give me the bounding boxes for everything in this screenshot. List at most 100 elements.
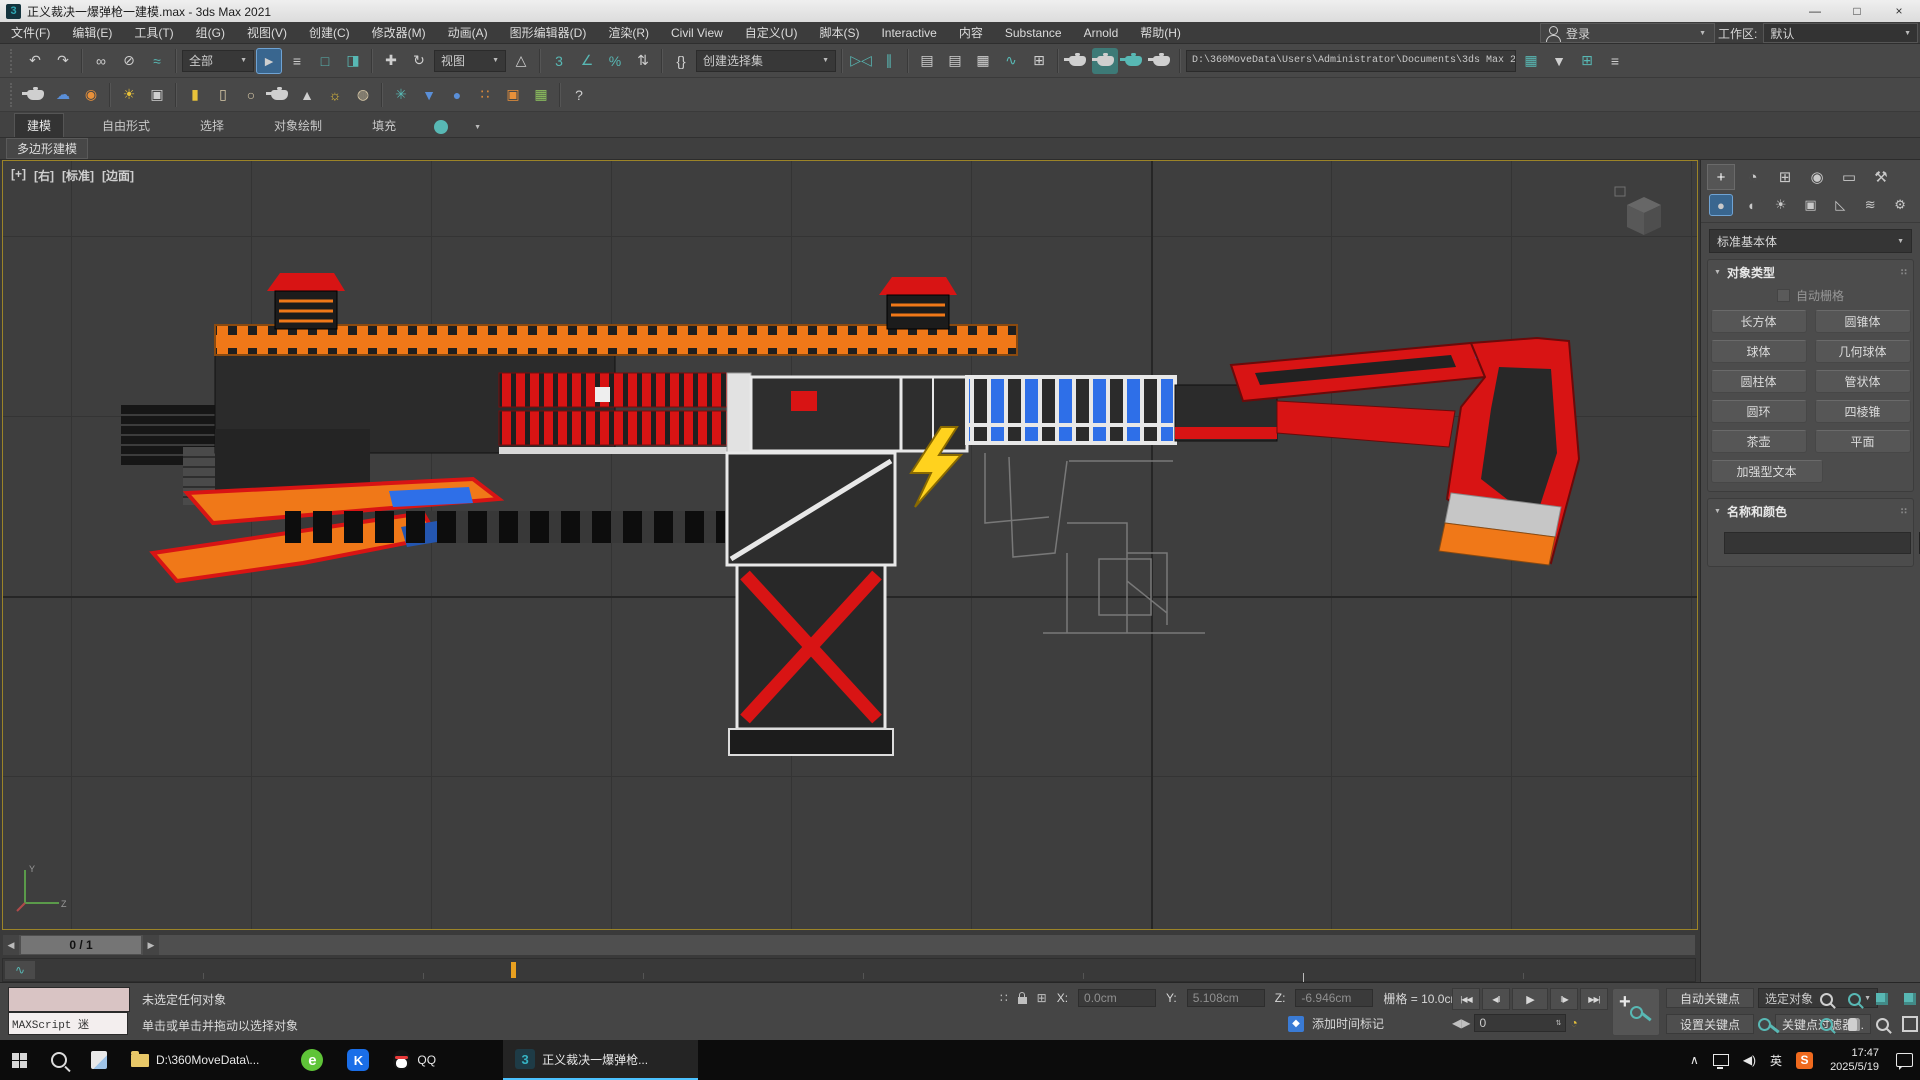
time-tag-cube-icon[interactable]: ◆ <box>1288 1016 1304 1032</box>
gun-front-sight[interactable] <box>267 273 345 329</box>
create-tab[interactable]: + <box>1707 164 1735 190</box>
mini-curve-editor-button[interactable]: ∿ <box>5 961 35 979</box>
gun-blue-shroud[interactable] <box>967 377 1175 443</box>
camera-button[interactable]: ▣ <box>144 82 170 108</box>
sphere-primitive-button[interactable]: ○ <box>238 82 264 108</box>
toggle-button-2[interactable]: ▼ <box>1546 48 1572 74</box>
isolate-selection-icon[interactable]: ∷ <box>1000 991 1008 1005</box>
zoom-extents-button[interactable] <box>1868 989 1896 1009</box>
chevron-down-icon[interactable]: ▼ <box>474 124 481 131</box>
cone-primitive-button[interactable]: ▲ <box>294 82 320 108</box>
name-color-header[interactable]: ▼ 名称和颜色 ∷ <box>1708 499 1913 524</box>
viewport-right-view[interactable]: [+] [右] [标准] [边面] Y Z <box>2 160 1698 930</box>
maximize-button[interactable]: □ <box>1836 0 1878 22</box>
menu-edit[interactable]: 编辑(E) <box>61 22 123 44</box>
percent-snap-button[interactable]: % <box>602 48 628 74</box>
select-object-button[interactable]: ► <box>256 48 282 74</box>
box-primitive-button[interactable]: ▮ <box>182 82 208 108</box>
select-by-name-button[interactable]: ≡ <box>284 48 310 74</box>
plane-button[interactable]: 平面 <box>1815 430 1911 453</box>
select-and-move-button[interactable]: ✚ <box>378 48 404 74</box>
spinner-snap-button[interactable]: ⇅ <box>630 48 656 74</box>
hierarchy-tab[interactable]: ⊞ <box>1771 164 1799 190</box>
key-step-icon[interactable]: ◀▶ <box>1452 1016 1470 1030</box>
curve-editor-button[interactable]: ∿ <box>998 48 1024 74</box>
volume-icon[interactable]: ◀) <box>1736 1040 1763 1080</box>
notepad-app-button[interactable] <box>79 1040 119 1080</box>
align-button[interactable]: ∥ <box>876 48 902 74</box>
menu-substance[interactable]: Substance <box>994 22 1073 44</box>
render-production-button[interactable] <box>1120 48 1146 74</box>
toggle-button-3[interactable]: ⊞ <box>1574 48 1600 74</box>
blue-sphere-button[interactable]: ● <box>444 82 470 108</box>
helpers-category[interactable]: ◺ <box>1828 194 1852 216</box>
capsule-primitive-button[interactable]: ▯ <box>210 82 236 108</box>
previous-frame-arrow[interactable]: ◀ <box>3 935 19 955</box>
tab-object-paint[interactable]: 对象绘制 <box>262 114 334 137</box>
menu-modifiers[interactable]: 修改器(M) <box>361 22 437 44</box>
gun-model[interactable] <box>3 161 1697 929</box>
redo-button[interactable]: ↷ <box>50 48 76 74</box>
geosphere-button[interactable]: 几何球体 <box>1815 340 1911 363</box>
play-button[interactable]: ▶ <box>1512 988 1548 1010</box>
taskbar-clock[interactable]: 17:47 2025/5/19 <box>1820 1046 1889 1074</box>
cameras-category[interactable]: ▣ <box>1799 194 1823 216</box>
droplet-button[interactable]: ▼ <box>416 82 442 108</box>
x-coordinate-field[interactable]: 0.0cm <box>1078 989 1156 1007</box>
zoom-region-button[interactable] <box>1812 1014 1840 1034</box>
selection-filter-dropdown[interactable]: 全部 ▼ <box>182 50 254 72</box>
taskbar-search-button[interactable] <box>39 1040 79 1080</box>
tab-modeling[interactable]: 建模 <box>14 113 64 137</box>
textplus-button[interactable]: 加强型文本 <box>1711 460 1823 483</box>
toggle-button-4[interactable]: ≡ <box>1602 48 1628 74</box>
menu-arnold[interactable]: Arnold <box>1073 22 1130 44</box>
scene-explorer-button[interactable]: ▤ <box>914 48 940 74</box>
menu-interactive[interactable]: Interactive <box>870 22 947 44</box>
unlink-selection-button[interactable]: ⊘ <box>116 48 142 74</box>
ribbon-config-icon[interactable] <box>434 120 448 134</box>
time-slider-handle[interactable]: 0 / 1 <box>21 936 141 954</box>
selection-lock-icon[interactable] <box>1018 997 1027 1004</box>
previous-key-button[interactable]: ◀‖ <box>1482 988 1510 1010</box>
auto-key-button[interactable]: 自动关键点 <box>1666 988 1754 1008</box>
set-keys-button[interactable]: + <box>1612 988 1660 1036</box>
close-button[interactable]: × <box>1878 0 1920 22</box>
red-ball-box-button[interactable]: ▣ <box>500 82 526 108</box>
toggle-button-1[interactable]: ▦ <box>1518 48 1544 74</box>
zoom-button[interactable] <box>1812 989 1840 1009</box>
set-key-button[interactable]: 设置关键点 <box>1666 1014 1754 1034</box>
material-editor-button[interactable]: ◉ <box>78 82 104 108</box>
render-iterative-button[interactable] <box>1148 48 1174 74</box>
go-to-start-button[interactable]: |◀◀ <box>1452 988 1480 1010</box>
rendered-frame-window-button[interactable] <box>1092 48 1118 74</box>
select-and-link-button[interactable]: ∞ <box>88 48 114 74</box>
gun-pump-divider[interactable] <box>727 373 751 453</box>
maxscript-listener-output[interactable] <box>8 987 130 1012</box>
box-button[interactable]: 长方体 <box>1711 310 1807 333</box>
start-button[interactable] <box>0 1040 39 1080</box>
object-name-input[interactable] <box>1724 532 1911 554</box>
sign-in-button[interactable]: 登录 ▼ <box>1540 23 1715 43</box>
object-type-header[interactable]: ▼ 对象类型 ∷ <box>1708 260 1913 285</box>
3dsmax-task-button[interactable]: 3 正义裁决一爆弹枪... <box>503 1040 698 1080</box>
geosphere-primitive-button[interactable]: ◍ <box>350 82 376 108</box>
spinner-icon[interactable]: ⇅ <box>1556 1019 1562 1027</box>
menu-civil-view[interactable]: Civil View <box>660 22 734 44</box>
mirror-button[interactable]: ▷◁ <box>848 48 874 74</box>
sun-light-button[interactable]: ☼ <box>322 82 348 108</box>
gun-barrel-ribs[interactable] <box>499 373 727 454</box>
ribbon-toggle-button[interactable]: ▦ <box>970 48 996 74</box>
systems-category[interactable]: ⚙ <box>1888 194 1912 216</box>
gun-wireframe-frame[interactable] <box>985 453 1205 633</box>
snowflake-button[interactable]: ✳ <box>388 82 414 108</box>
viewport-menu-pov[interactable]: [右] <box>34 167 54 184</box>
bind-to-space-warp-button[interactable]: ≈ <box>144 48 170 74</box>
action-center-button[interactable] <box>1889 1040 1920 1080</box>
torus-button[interactable]: 圆环 <box>1711 400 1807 423</box>
go-to-end-button[interactable]: ▶▶| <box>1580 988 1608 1010</box>
sogou-tray-button[interactable]: S <box>1789 1040 1820 1080</box>
rectangular-selection-region-button[interactable]: □ <box>312 48 338 74</box>
undo-button[interactable]: ↶ <box>22 48 48 74</box>
snap-toggle-button[interactable]: 3 <box>546 48 572 74</box>
menu-customize[interactable]: 自定义(U) <box>734 22 809 44</box>
